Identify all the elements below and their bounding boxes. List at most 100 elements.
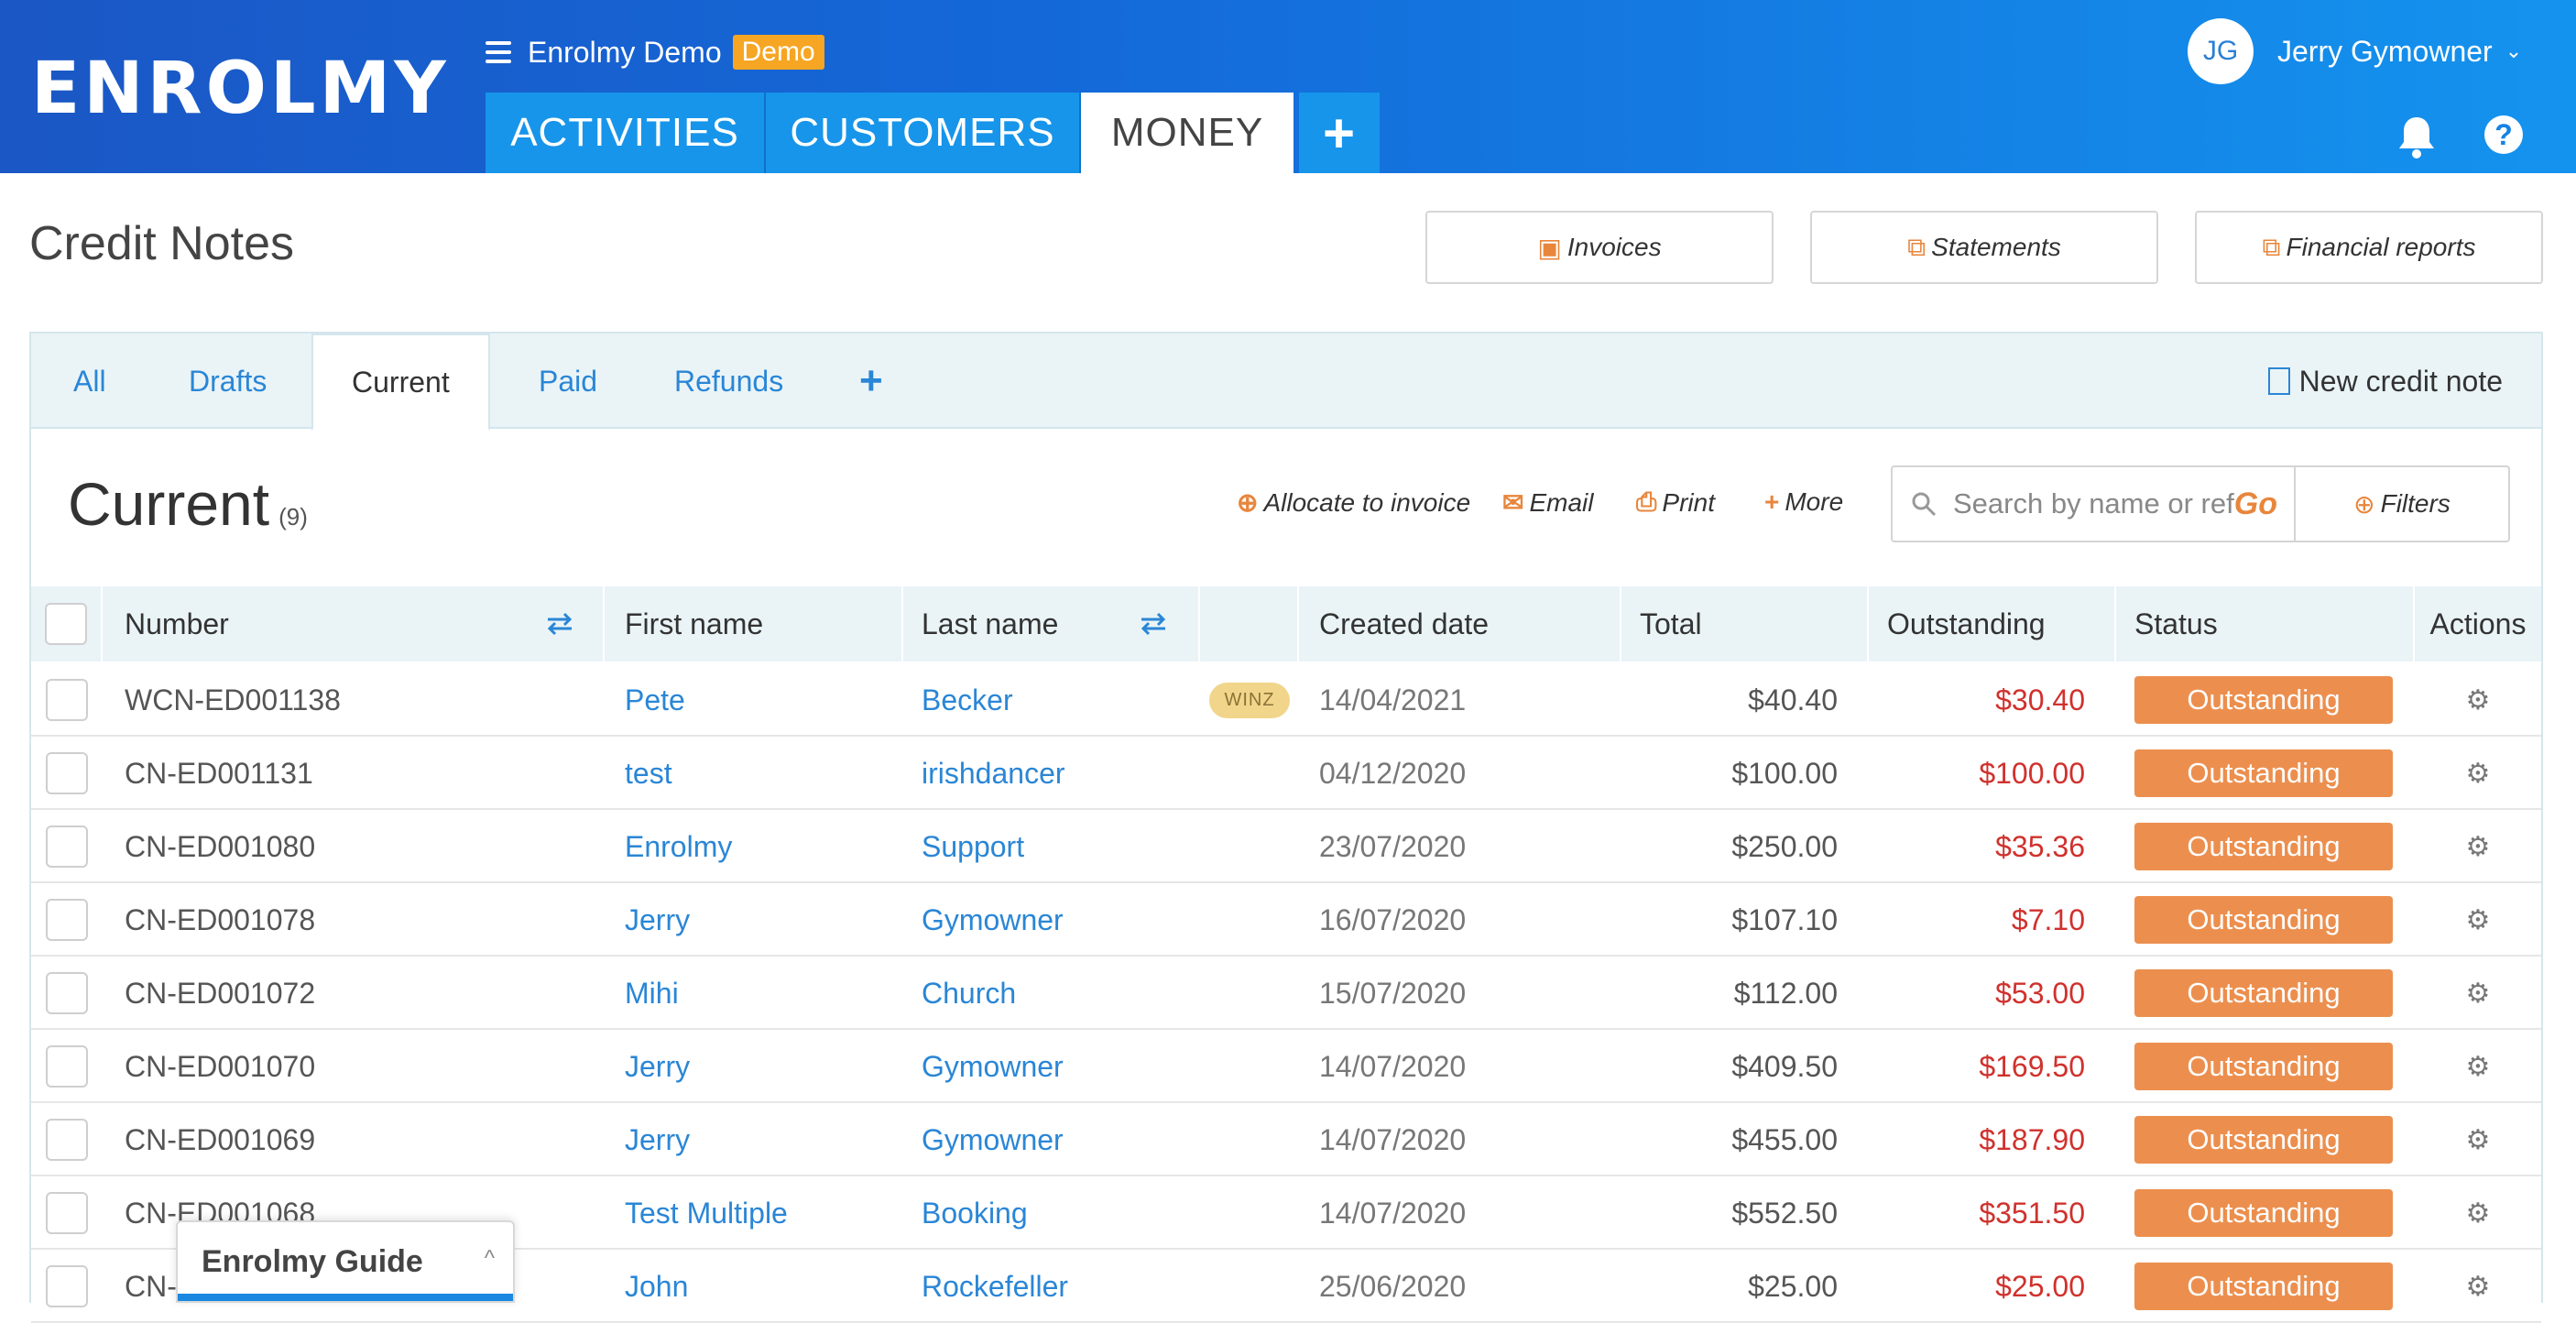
row-select-cell xyxy=(31,810,103,883)
gear-icon[interactable]: ⚙ xyxy=(2415,957,2541,1030)
row-checkbox[interactable] xyxy=(46,972,88,1014)
table-row[interactable]: WCN-ED001138 Pete Becker WINZ 14/04/2021 $40.… xyxy=(31,663,2541,737)
table-row[interactable]: CN-ED001070 Jerry Gymowner 14/07/2020 $409.5… xyxy=(31,1030,2541,1103)
gear-icon[interactable]: ⚙ xyxy=(2415,1176,2541,1250)
credit-note-number[interactable]: CN-ED001069 xyxy=(125,1103,601,1176)
table-row[interactable]: CN-ED001131 test irishdancer 04/12/2020 $100… xyxy=(31,737,2541,810)
first-name-link[interactable]: Mihi xyxy=(625,957,900,1030)
search-input[interactable]: Search by name or ref Go xyxy=(1891,465,2296,542)
select-all-checkbox[interactable] xyxy=(45,603,87,645)
plus-circle-icon: ⊕ xyxy=(1237,488,1259,517)
nav-tab-customers[interactable]: CUSTOMERS xyxy=(766,93,1081,173)
tab-current[interactable]: Current xyxy=(311,333,490,431)
first-name-link[interactable]: Jerry xyxy=(625,883,900,957)
header-last-name[interactable]: Last name xyxy=(903,586,1200,662)
guide-accent-bar xyxy=(178,1294,513,1301)
chevron-up-icon[interactable]: ^ xyxy=(485,1246,495,1272)
gear-icon[interactable]: ⚙ xyxy=(2415,1103,2541,1176)
print-button[interactable]: ⎙ Print xyxy=(1636,487,1715,518)
credit-note-number[interactable]: CN-ED001080 xyxy=(125,810,601,883)
last-name-link[interactable]: Gymowner xyxy=(922,1030,1196,1103)
new-credit-note-button[interactable]: New credit note xyxy=(2267,333,2503,429)
first-name-link[interactable]: Jerry xyxy=(625,1030,900,1103)
nav-tab-money[interactable]: MONEY xyxy=(1081,93,1293,173)
allocate-label: Allocate to invoice xyxy=(1263,487,1471,517)
row-checkbox[interactable] xyxy=(46,752,88,794)
tab-drafts[interactable]: Drafts xyxy=(189,333,267,429)
header-outstanding[interactable]: Outstanding xyxy=(1869,586,2116,662)
table-row[interactable]: CN-ED001069 Jerry Gymowner 14/07/2020 $455.0… xyxy=(31,1103,2541,1176)
enrolmy-logo[interactable]: ENROLMY xyxy=(31,48,450,130)
first-name-link[interactable]: Jerry xyxy=(625,1103,900,1176)
gear-icon[interactable]: ⚙ xyxy=(2415,737,2541,810)
gear-icon[interactable]: ⚙ xyxy=(2415,883,2541,957)
last-name-link[interactable]: Gymowner xyxy=(922,883,1196,957)
tab-paid[interactable]: Paid xyxy=(539,333,597,429)
credit-note-number[interactable]: WCN-ED001138 xyxy=(125,663,601,737)
financial-reports-button[interactable]: ⧉ Financial reports xyxy=(2195,211,2543,284)
row-checkbox[interactable] xyxy=(46,1045,88,1088)
user-menu[interactable]: JG Jerry Gymowner ⌄ xyxy=(2188,18,2522,84)
credit-note-number[interactable]: CN-ED001078 xyxy=(125,883,601,957)
row-checkbox[interactable] xyxy=(46,1119,88,1161)
help-icon[interactable]: ? xyxy=(2484,115,2523,154)
header-first-name[interactable]: First name xyxy=(605,586,903,662)
row-checkbox[interactable] xyxy=(46,899,88,941)
table-row[interactable]: CN-ED001080 Enrolmy Support 23/07/2020 $250.… xyxy=(31,810,2541,883)
gear-icon[interactable]: ⚙ xyxy=(2415,1250,2541,1323)
add-tab-button[interactable]: + xyxy=(859,333,883,429)
filters-button[interactable]: ⊕ Filters xyxy=(2294,465,2510,542)
row-checkbox[interactable] xyxy=(46,1192,88,1234)
row-select-cell xyxy=(31,1103,103,1176)
hamburger-icon[interactable] xyxy=(486,41,511,63)
header-number[interactable]: Number xyxy=(103,586,605,662)
credit-note-number[interactable]: CN-ED001072 xyxy=(125,957,601,1030)
sort-icon[interactable] xyxy=(544,612,575,636)
header-status[interactable]: Status xyxy=(2116,586,2415,662)
last-name-link[interactable]: Booking xyxy=(922,1176,1196,1250)
row-checkbox[interactable] xyxy=(46,679,88,721)
statements-button[interactable]: ⧉ Statements xyxy=(1810,211,2158,284)
last-name-link[interactable]: Gymowner xyxy=(922,1103,1196,1176)
invoices-button[interactable]: ▣ Invoices xyxy=(1425,211,1774,284)
tag-cell xyxy=(1200,883,1299,957)
table-row[interactable]: CN-ED001078 Jerry Gymowner 16/07/2020 $107.1… xyxy=(31,883,2541,957)
allocate-to-invoice-button[interactable]: ⊕ Allocate to invoice xyxy=(1237,487,1470,518)
credit-note-number[interactable]: CN-ED001131 xyxy=(125,737,601,810)
last-name-link[interactable]: Rockefeller xyxy=(922,1250,1196,1323)
table-row[interactable]: CN-ED001072 Mihi Church 15/07/2020 $112.00 $5… xyxy=(31,957,2541,1030)
first-name-link[interactable]: Pete xyxy=(625,663,900,737)
tab-refunds[interactable]: Refunds xyxy=(674,333,783,429)
nav-add-button[interactable]: + xyxy=(1299,93,1380,173)
gear-icon[interactable]: ⚙ xyxy=(2415,810,2541,883)
enrolmy-guide-widget[interactable]: Enrolmy Guide ^ xyxy=(176,1220,515,1303)
first-name-link[interactable]: Test Multiple xyxy=(625,1176,900,1250)
org-switcher[interactable]: Enrolmy Demo Demo xyxy=(486,31,824,73)
header-total[interactable]: Total xyxy=(1621,586,1869,662)
more-button[interactable]: + More xyxy=(1764,487,1843,517)
row-select-cell xyxy=(31,1176,103,1250)
first-name-link[interactable]: Enrolmy xyxy=(625,810,900,883)
sort-icon[interactable] xyxy=(1138,612,1169,636)
gear-icon[interactable]: ⚙ xyxy=(2415,1030,2541,1103)
first-name-link[interactable]: test xyxy=(625,737,900,810)
last-name-link[interactable]: irishdancer xyxy=(922,737,1196,810)
tab-all[interactable]: All xyxy=(73,333,106,429)
printer-icon: ⎙ xyxy=(1636,487,1657,516)
bell-icon[interactable] xyxy=(2396,114,2437,159)
total-amount: $409.50 xyxy=(1731,1049,1838,1083)
more-label: More xyxy=(1785,487,1844,516)
first-name-link[interactable]: John xyxy=(625,1250,900,1323)
go-button[interactable]: Go xyxy=(2234,487,2277,522)
header-created-date[interactable]: Created date xyxy=(1299,586,1621,662)
last-name-link[interactable]: Church xyxy=(922,957,1196,1030)
credit-note-number[interactable]: CN-ED001070 xyxy=(125,1030,601,1103)
gear-icon[interactable]: ⚙ xyxy=(2415,663,2541,737)
nav-tab-activities[interactable]: ACTIVITIES xyxy=(486,93,766,173)
row-checkbox[interactable] xyxy=(46,826,88,868)
last-name-link[interactable]: Support xyxy=(922,810,1196,883)
email-button[interactable]: ✉ Email xyxy=(1502,487,1593,518)
row-select-cell xyxy=(31,957,103,1030)
last-name-link[interactable]: Becker xyxy=(922,663,1196,737)
row-checkbox[interactable] xyxy=(46,1265,88,1307)
